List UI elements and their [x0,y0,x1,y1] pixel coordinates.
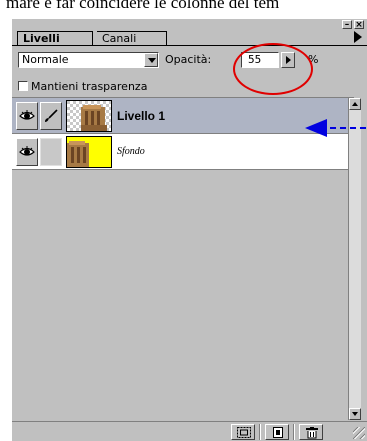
eye-icon [19,146,35,156]
annotation-arrow-head [305,119,327,137]
delete-layer-button[interactable] [299,424,323,440]
layer-name: Sfondo [117,146,145,157]
preserve-transparency-row: Mantieni trasparenza [18,80,147,94]
preserve-transparency-checkbox[interactable] [18,81,28,91]
blend-mode-select[interactable]: Normale [18,52,159,68]
chevron-up-icon [352,102,358,106]
new-layer-icon [273,427,283,438]
preserve-transparency-label: Mantieni trasparenza [31,80,148,93]
new-layer-button[interactable] [265,424,289,440]
annotation-arrow-line [330,127,366,129]
layers-palette: – × Livelli Canali Normale Opacità: 55 %… [11,19,367,441]
visibility-toggle[interactable] [16,102,38,130]
resize-grip-icon[interactable] [353,427,365,439]
palette-tabs: Livelli Canali [12,29,367,45]
annotation-ellipse [233,43,313,95]
layers-list: Livello 1 Sfondo [12,98,348,421]
scroll-up-button[interactable] [349,98,361,110]
mask-icon [237,427,251,438]
opacity-label: Opacità: [165,53,212,66]
toolbar-divider [293,424,295,440]
layer-name: Livello 1 [117,109,166,123]
layer-row-sfondo[interactable]: Sfondo [12,134,348,170]
link-brush-toggle[interactable] [40,138,62,166]
background-thumbnail-icon [67,137,111,167]
blend-mode-value: Normale [22,53,69,66]
document-caption: mare e far coincidere le colonne del tem [6,0,280,12]
palette-bottom-bar [12,421,367,441]
layer-row-livello-1[interactable]: Livello 1 [12,98,348,134]
tab-divider [12,45,367,46]
trash-icon [306,427,318,439]
brush-icon [45,109,58,122]
palette-titlebar: – × [12,19,367,30]
layer-thumbnail [66,100,112,132]
tab-livelli[interactable]: Livelli [17,31,93,45]
minimize-button[interactable]: – [342,20,352,30]
eye-icon [19,110,35,120]
toolbar-divider [259,424,261,440]
layers-scrollbar[interactable] [348,98,361,420]
temple-thumbnail-icon [67,101,111,131]
close-button[interactable]: × [354,20,364,30]
chevron-down-icon [148,58,156,63]
chevron-down-icon [352,412,358,416]
layer-thumbnail [66,136,112,168]
visibility-toggle[interactable] [16,138,38,166]
layer-mask-button[interactable] [231,424,255,440]
scroll-down-button[interactable] [349,408,361,420]
tab-canali[interactable]: Canali [97,31,167,45]
palette-menu-icon[interactable] [354,31,362,43]
blend-mode-dropdown-button[interactable] [144,53,158,67]
link-brush-toggle[interactable] [40,102,62,130]
